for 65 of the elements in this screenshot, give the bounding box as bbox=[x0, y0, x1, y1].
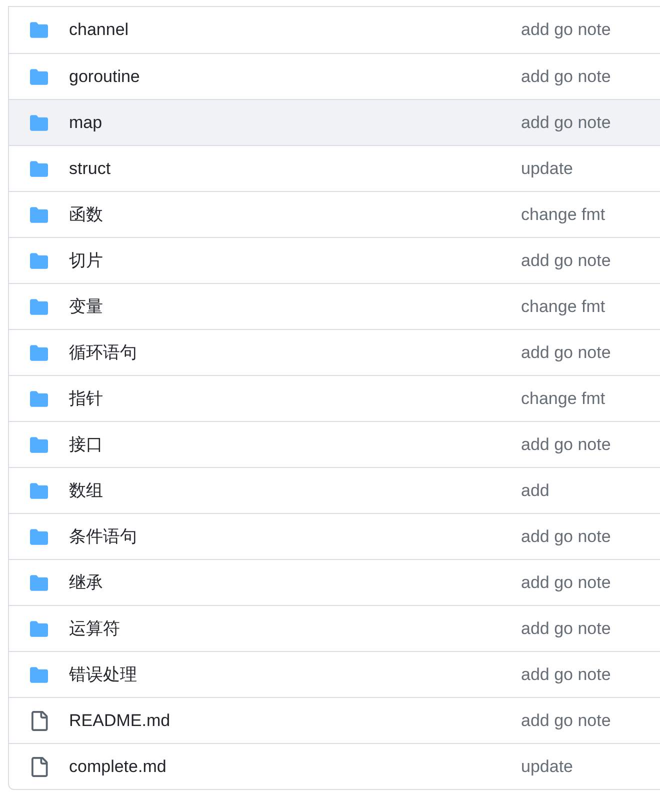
commit-message-link[interactable]: add bbox=[521, 478, 550, 504]
commit-message-link[interactable]: add go note bbox=[521, 616, 611, 642]
commit-message-link[interactable]: add go note bbox=[521, 110, 611, 136]
file-row[interactable]: 接口 add go note bbox=[9, 421, 660, 467]
file-name-link[interactable]: 运算符 bbox=[69, 616, 521, 642]
folder-icon bbox=[28, 21, 50, 39]
folder-icon bbox=[28, 528, 50, 546]
file-name-link[interactable]: 错误处理 bbox=[69, 662, 521, 688]
folder-icon bbox=[28, 206, 50, 224]
folder-icon bbox=[28, 114, 50, 132]
file-row[interactable]: 条件语句 add go note bbox=[9, 513, 660, 559]
commit-message-link[interactable]: add go note bbox=[521, 708, 611, 734]
file-name-link[interactable]: 函数 bbox=[69, 202, 521, 228]
commit-message-link[interactable]: update bbox=[521, 754, 573, 780]
file-row[interactable]: complete.md update bbox=[9, 743, 660, 789]
file-row[interactable]: README.md add go note bbox=[9, 697, 660, 743]
commit-message-link[interactable]: add go note bbox=[521, 432, 611, 458]
file-row[interactable]: 指针 change fmt bbox=[9, 375, 660, 421]
file-name-link[interactable]: 继承 bbox=[69, 570, 521, 596]
commit-message-link[interactable]: change fmt bbox=[521, 386, 606, 412]
file-row[interactable]: struct update bbox=[9, 145, 660, 191]
commit-message-link[interactable]: add go note bbox=[521, 570, 611, 596]
file-name-link[interactable]: README.md bbox=[69, 708, 521, 734]
file-row[interactable]: 数组 add bbox=[9, 467, 660, 513]
file-name-link[interactable]: goroutine bbox=[69, 64, 521, 90]
file-name-link[interactable]: 条件语句 bbox=[69, 524, 521, 550]
file-name-link[interactable]: 指针 bbox=[69, 386, 521, 412]
file-row[interactable]: 继承 add go note bbox=[9, 559, 660, 605]
file-row[interactable]: 循环语句 add go note bbox=[9, 329, 660, 375]
commit-message-link[interactable]: change fmt bbox=[521, 294, 606, 320]
file-row[interactable]: map add go note bbox=[9, 99, 660, 145]
commit-message-link[interactable]: change fmt bbox=[521, 202, 606, 228]
file-row[interactable]: 运算符 add go note bbox=[9, 605, 660, 651]
folder-icon bbox=[28, 252, 50, 270]
file-name-link[interactable]: complete.md bbox=[69, 754, 521, 780]
file-row[interactable]: channel add go note bbox=[9, 7, 660, 53]
file-name-link[interactable]: struct bbox=[69, 156, 521, 182]
file-row[interactable]: 变量 change fmt bbox=[9, 283, 660, 329]
file-name-link[interactable]: map bbox=[69, 110, 521, 136]
commit-message-link[interactable]: add go note bbox=[521, 340, 611, 366]
commit-message-link[interactable]: add go note bbox=[521, 248, 611, 274]
folder-icon bbox=[28, 574, 50, 592]
folder-icon bbox=[28, 68, 50, 86]
commit-message-link[interactable]: update bbox=[521, 156, 573, 182]
commit-message-link[interactable]: add go note bbox=[521, 64, 611, 90]
file-name-link[interactable]: 数组 bbox=[69, 478, 521, 504]
folder-icon bbox=[28, 666, 50, 684]
folder-icon bbox=[28, 620, 50, 638]
folder-icon bbox=[28, 344, 50, 362]
commit-message-link[interactable]: add go note bbox=[521, 524, 611, 550]
file-name-link[interactable]: 切片 bbox=[69, 248, 521, 274]
file-row[interactable]: 错误处理 add go note bbox=[9, 651, 660, 697]
commit-message-link[interactable]: add go note bbox=[521, 662, 611, 688]
file-name-link[interactable]: channel bbox=[69, 17, 521, 43]
file-row[interactable]: 切片 add go note bbox=[9, 237, 660, 283]
folder-icon bbox=[28, 482, 50, 500]
folder-icon bbox=[28, 160, 50, 178]
folder-icon bbox=[28, 390, 50, 408]
file-name-link[interactable]: 接口 bbox=[69, 432, 521, 458]
commit-message-link[interactable]: add go note bbox=[521, 17, 611, 43]
folder-icon bbox=[28, 436, 50, 454]
file-name-link[interactable]: 变量 bbox=[69, 294, 521, 320]
file-name-link[interactable]: 循环语句 bbox=[69, 340, 521, 366]
file-row[interactable]: 函数 change fmt bbox=[9, 191, 660, 237]
folder-icon bbox=[28, 298, 50, 316]
